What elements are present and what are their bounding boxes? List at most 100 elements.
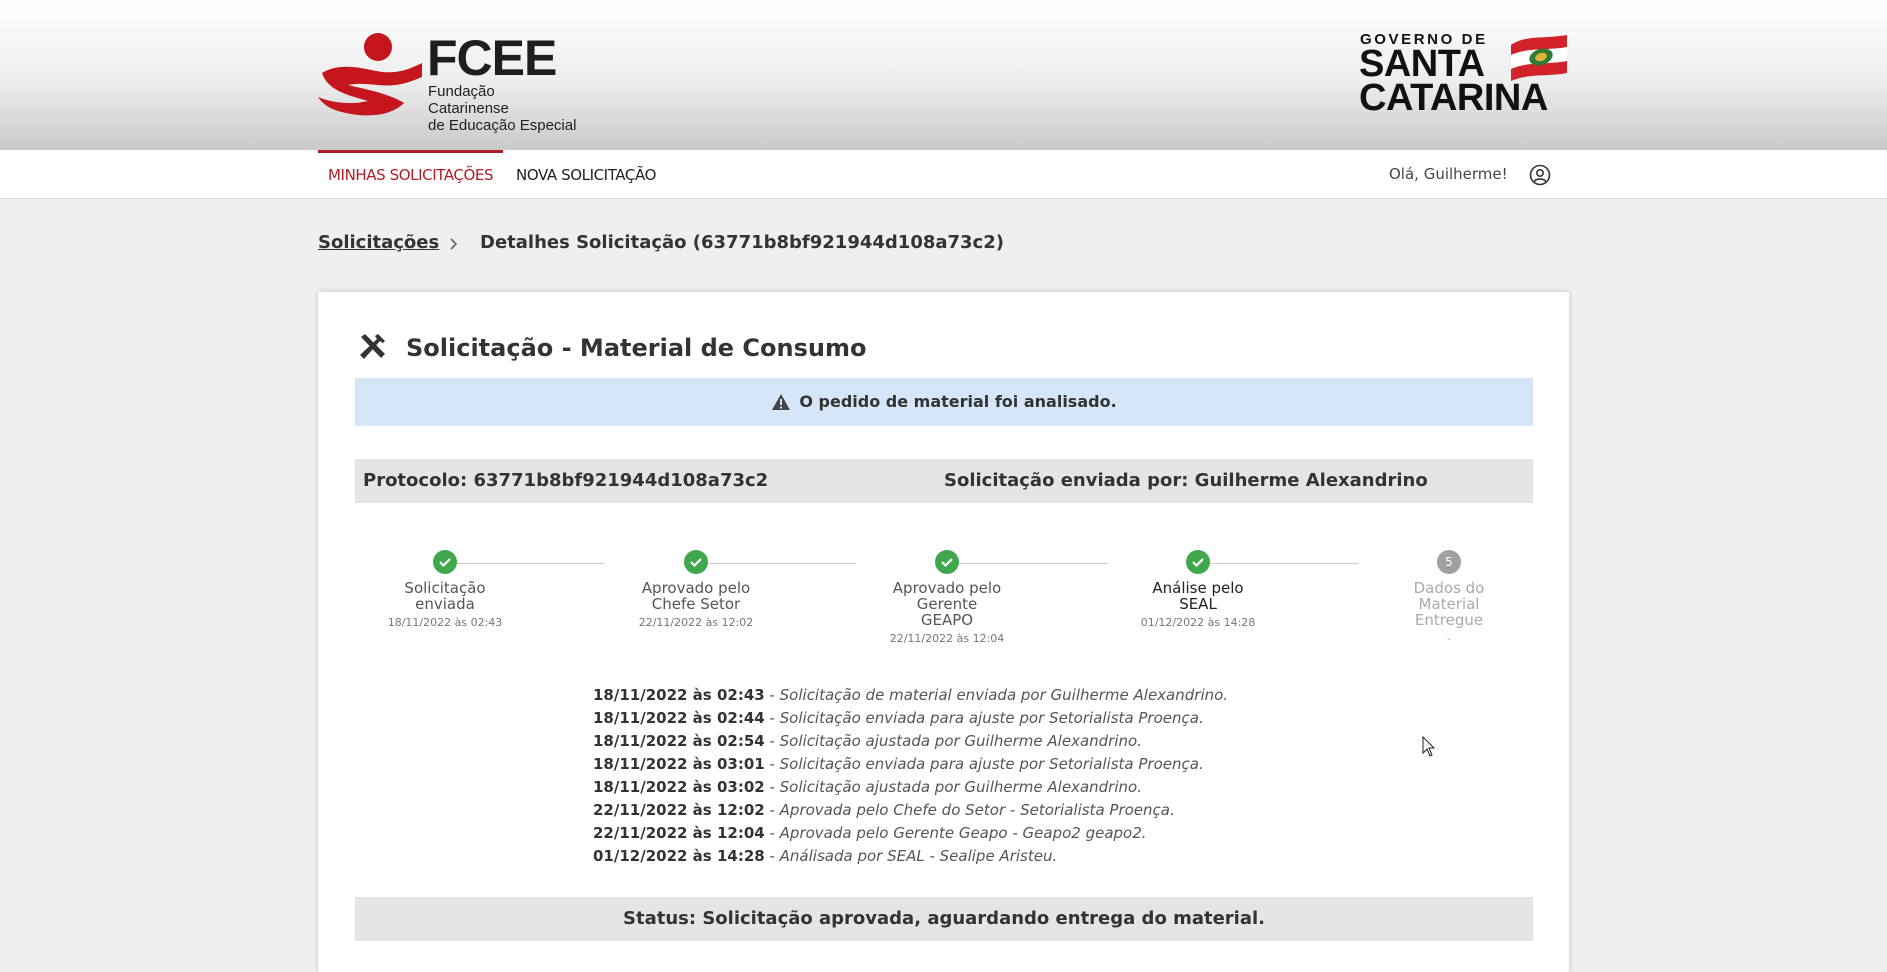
history-entry: 18/11/2022 às 03:02 - Solicitação ajusta…: [593, 776, 1228, 799]
step-label-line: SEAL: [1179, 595, 1217, 613]
step-label-line: Análise pelo: [1152, 579, 1244, 597]
step-analise-seal: Análise pelo SEAL 01/12/2022 às 14:28: [1123, 550, 1273, 629]
history-description: Solicitação enviada para ajuste por Seto…: [779, 709, 1204, 727]
user-greeting: Olá, Guilherme!: [1389, 165, 1508, 183]
step-label-line: Aprovado pelo: [892, 579, 1002, 597]
step-done-indicator: [935, 550, 959, 574]
step-label-line: Material: [1418, 595, 1480, 613]
mouse-cursor-icon: [1422, 736, 1436, 757]
chevron-right-icon: [450, 238, 458, 250]
step-aprovado-chefe: Aprovado pelo Chefe Setor 22/11/2022 às …: [621, 550, 771, 629]
history-datetime: 22/11/2022 às 12:04: [593, 824, 765, 842]
history-separator: -: [764, 778, 780, 796]
user-circle-icon[interactable]: [1529, 164, 1551, 186]
history-description: Aprovada pelo Chefe do Setor - Setoriali…: [779, 801, 1175, 819]
top-nav: MINHAS SOLICITAÇÕES NOVA SOLICITAÇÃO Olá…: [0, 150, 1887, 199]
protocol-text: Protocolo: 63771b8bf921944d108a73c2: [363, 470, 769, 491]
step-aprovado-gerente: Aprovado pelo Gerente GEAPO 22/11/2022 à…: [872, 550, 1022, 645]
history-datetime: 18/11/2022 às 03:02: [593, 778, 765, 796]
fcee-subtitle: Fundação Catarinense de Educação Especia…: [428, 83, 578, 134]
protocol-bar: Protocolo: 63771b8bf921944d108a73c2 Soli…: [355, 459, 1533, 503]
breadcrumb-link-solicitacoes[interactable]: Solicitações: [318, 232, 439, 253]
history-description: Solicitação de material enviada por Guil…: [779, 686, 1229, 704]
step-label-line: GEAPO: [920, 611, 974, 629]
tab-minhas-solicitacoes[interactable]: MINHAS SOLICITAÇÕES: [318, 150, 504, 201]
sent-by-text: Solicitação enviada por: Guilherme Alexa…: [944, 470, 1428, 491]
history-datetime: 18/11/2022 às 02:43: [593, 686, 765, 704]
history-datetime: 18/11/2022 às 03:01: [593, 755, 765, 773]
history-separator: -: [764, 755, 780, 773]
history-entry: 18/11/2022 às 02:54 - Solicitação ajusta…: [593, 730, 1228, 753]
step-label: Solicitação enviada: [370, 580, 520, 612]
step-label-line: Chefe Setor: [651, 595, 741, 613]
step-date: 18/11/2022 às 02:43: [387, 616, 503, 629]
state-flag-icon: [1511, 35, 1567, 81]
card-title: Solicitação - Material de Consumo: [406, 334, 867, 362]
fcee-logo[interactable]: FCEE Fundação Catarinense de Educação Es…: [318, 30, 578, 134]
history-entry: 18/11/2022 às 03:01 - Solicitação enviad…: [593, 753, 1228, 776]
step-done-indicator: [684, 550, 708, 574]
history-separator: -: [764, 801, 780, 819]
warning-icon: [772, 394, 791, 410]
step-date: -: [1447, 632, 1451, 645]
check-icon: [941, 558, 953, 568]
state-name-line2: CATARINA: [1359, 77, 1548, 119]
info-alert: O pedido de material foi analisado.: [355, 378, 1533, 426]
history-entry: 18/11/2022 às 02:44 - Solicitação enviad…: [593, 707, 1228, 730]
step-date: 22/11/2022 às 12:02: [638, 616, 754, 629]
step-date: 22/11/2022 às 12:04: [889, 632, 1005, 645]
history-separator: -: [764, 847, 780, 865]
history-description: Análisada por SEAL - Sealipe Aristeu.: [779, 847, 1058, 865]
check-icon: [439, 558, 451, 568]
step-done-indicator: [1186, 550, 1210, 574]
history-separator: -: [764, 824, 780, 842]
step-label: Análise pelo SEAL: [1123, 580, 1273, 612]
check-icon: [1192, 558, 1204, 568]
fcee-name: FCEE: [427, 30, 557, 86]
breadcrumb-current: Detalhes Solicitação (63771b8bf921944d10…: [480, 232, 1004, 253]
fcee-subtitle-line2: de Educação Especial: [428, 117, 577, 134]
history-separator: -: [764, 732, 780, 750]
history-log: 18/11/2022 às 02:43 - Solicitação de mat…: [593, 684, 1228, 868]
step-label-line: Dados do: [1413, 579, 1485, 597]
step-label-line: enviada: [415, 595, 475, 613]
step-label-line: Gerente: [916, 595, 978, 613]
step-label: Dados do Material Entregue: [1374, 580, 1524, 628]
alert-text: O pedido de material foi analisado.: [799, 392, 1117, 411]
history-datetime: 18/11/2022 às 02:54: [593, 732, 765, 750]
history-entry: 01/12/2022 às 14:28 - Análisada por SEAL…: [593, 845, 1228, 868]
tools-icon: [360, 334, 385, 359]
progress-stepper: Solicitação enviada 18/11/2022 às 02:43 …: [355, 550, 1533, 660]
step-dados-material: 5 Dados do Material Entregue -: [1374, 550, 1524, 645]
history-description: Solicitação ajustada por Guilherme Alexa…: [779, 778, 1142, 796]
history-entry: 22/11/2022 às 12:02 - Aprovada pelo Chef…: [593, 799, 1228, 822]
history-datetime: 01/12/2022 às 14:28: [593, 847, 765, 865]
tab-nova-solicitacao[interactable]: NOVA SOLICITAÇÃO: [516, 150, 656, 198]
breadcrumb: Solicitações Detalhes Solicitação (63771…: [318, 232, 1004, 258]
history-description: Aprovada pelo Gerente Geapo - Geapo2 gea…: [779, 824, 1147, 842]
check-icon: [690, 558, 702, 568]
step-label: Aprovado pelo Gerente GEAPO: [872, 580, 1022, 628]
history-description: Solicitação ajustada por Guilherme Alexa…: [779, 732, 1142, 750]
fcee-subtitle-line1: Fundação Catarinense: [428, 83, 509, 117]
history-separator: -: [764, 686, 780, 704]
history-entry: 18/11/2022 às 02:43 - Solicitação de mat…: [593, 684, 1228, 707]
site-header: FCEE Fundação Catarinense de Educação Es…: [0, 0, 1887, 150]
status-bar: Status: Solicitação aprovada, aguardando…: [355, 897, 1533, 941]
request-details-card: Solicitação - Material de Consumo O pedi…: [318, 292, 1569, 972]
history-datetime: 18/11/2022 às 02:44: [593, 709, 765, 727]
step-label-line: Entregue: [1414, 611, 1484, 629]
history-datetime: 22/11/2022 às 12:02: [593, 801, 765, 819]
step-date: 01/12/2022 às 14:28: [1140, 616, 1256, 629]
step-pending-indicator: 5: [1437, 550, 1461, 574]
history-description: Solicitação enviada para ajuste por Seto…: [779, 755, 1204, 773]
step-label-line: Solicitação: [404, 579, 486, 597]
history-separator: -: [764, 709, 780, 727]
step-label-line: Aprovado pelo: [641, 579, 751, 597]
step-label: Aprovado pelo Chefe Setor: [621, 580, 771, 612]
step-solicitacao-enviada: Solicitação enviada 18/11/2022 às 02:43: [370, 550, 520, 629]
history-entry: 22/11/2022 às 12:04 - Aprovada pelo Gere…: [593, 822, 1228, 845]
step-done-indicator: [433, 550, 457, 574]
fcee-logo-mark-icon: [318, 33, 422, 116]
santa-catarina-logo[interactable]: GOVERNO DE SANTA CATARINA: [1359, 32, 1571, 118]
